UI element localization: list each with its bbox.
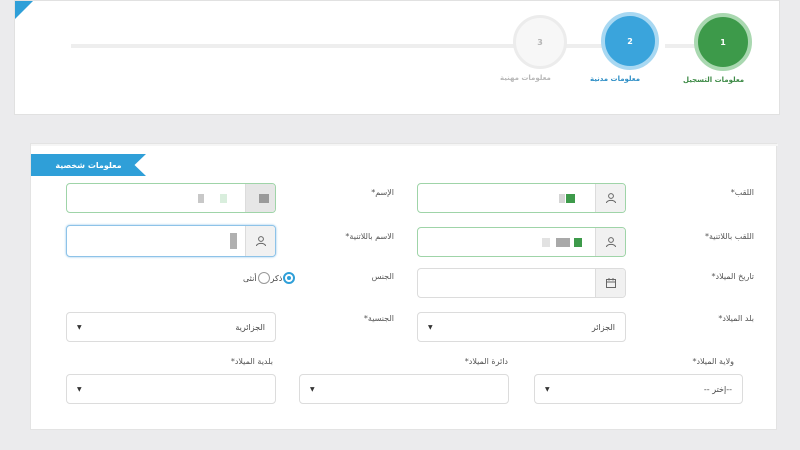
stepper-card: 3 معلومات مهنية 2 معلومات مدنية 1 معلوما… <box>14 0 780 115</box>
caret-down-icon: ▼ <box>545 385 550 393</box>
birth-country-select[interactable]: الجزائر ▼ <box>417 312 626 342</box>
surname-latin-input[interactable] <box>417 227 626 257</box>
caret-down-icon: ▼ <box>428 323 433 331</box>
surname-latin-label: اللقب باللاتنية* <box>705 232 754 241</box>
step-label: معلومات مدنية <box>590 75 641 83</box>
step-number: 3 <box>537 37 543 47</box>
masked-icon <box>258 193 269 203</box>
step-circle: 1 <box>694 13 752 71</box>
birth-date-input[interactable] <box>417 268 626 298</box>
user-icon <box>595 228 625 256</box>
masked-text <box>559 193 565 203</box>
personal-info-card: معلومات شخصية اللقب* الإسم* اللقب باللات… <box>30 143 778 430</box>
step-registration-info[interactable]: 1 معلومات التسجيل <box>683 13 763 84</box>
masked-text <box>566 193 575 203</box>
card-top-border <box>31 144 778 146</box>
gender-female-radio[interactable] <box>257 272 270 284</box>
caret-down-icon: ▼ <box>77 385 82 393</box>
step-circle: 2 <box>601 12 659 70</box>
birth-municipality-select[interactable]: ▼ <box>66 374 276 404</box>
surname-input[interactable] <box>417 183 626 213</box>
select-value: --إختر -- <box>703 384 732 394</box>
corner-accent <box>15 1 33 19</box>
gender-radio-group: ذكر أنثى <box>243 272 296 284</box>
masked-text <box>542 237 550 247</box>
user-icon <box>595 184 625 212</box>
step-civil-info[interactable]: 2 معلومات مدنية <box>590 12 670 83</box>
calendar-icon[interactable] <box>595 269 625 297</box>
caret-down-icon: ▼ <box>310 385 315 393</box>
masked-text <box>198 193 204 203</box>
gender-female-label: أنثى <box>243 273 257 283</box>
step-label: معلومات التسجيل <box>683 76 745 84</box>
birth-district-label: دائرة الميلاد* <box>464 357 508 366</box>
nationality-label: الجنسية* <box>363 314 394 323</box>
surname-label: اللقب* <box>730 188 754 197</box>
birth-municipality-label: بلدية الميلاد* <box>230 357 273 366</box>
birth-district-select[interactable]: ▼ <box>299 374 509 404</box>
birth-province-select[interactable]: --إختر -- ▼ <box>534 374 743 404</box>
gender-male-radio[interactable] <box>283 272 296 284</box>
name-latin-input[interactable] <box>66 225 276 257</box>
step-connector <box>71 44 521 48</box>
nationality-select[interactable]: الجزائرية ▼ <box>66 312 276 342</box>
step-professional-info[interactable]: 3 معلومات مهنية <box>500 15 580 82</box>
birth-province-label: ولاية الميلاد* <box>692 357 734 366</box>
user-icon <box>245 226 275 256</box>
masked-text <box>574 237 582 247</box>
step-number: 1 <box>720 37 726 47</box>
select-value: الجزائرية <box>235 322 265 332</box>
user-icon <box>245 184 275 212</box>
select-value: الجزائر <box>591 322 615 332</box>
masked-text <box>556 237 570 247</box>
name-latin-label: الاسم باللاتنية* <box>345 232 394 241</box>
section-title: معلومات شخصية <box>31 154 146 176</box>
name-input[interactable] <box>66 183 276 213</box>
masked-text <box>220 193 227 203</box>
birth-date-label: تاريخ الميلاد* <box>711 272 755 281</box>
step-number: 2 <box>627 36 633 46</box>
step-label: معلومات مهنية <box>500 74 551 82</box>
birth-country-label: بلد الميلاد* <box>718 314 754 323</box>
name-label: الإسم* <box>371 188 394 197</box>
caret-down-icon: ▼ <box>77 323 82 331</box>
text-cursor <box>230 233 237 249</box>
gender-label: الجنس <box>371 272 394 281</box>
step-circle: 3 <box>513 15 567 69</box>
gender-male-label: ذكر <box>270 273 283 283</box>
